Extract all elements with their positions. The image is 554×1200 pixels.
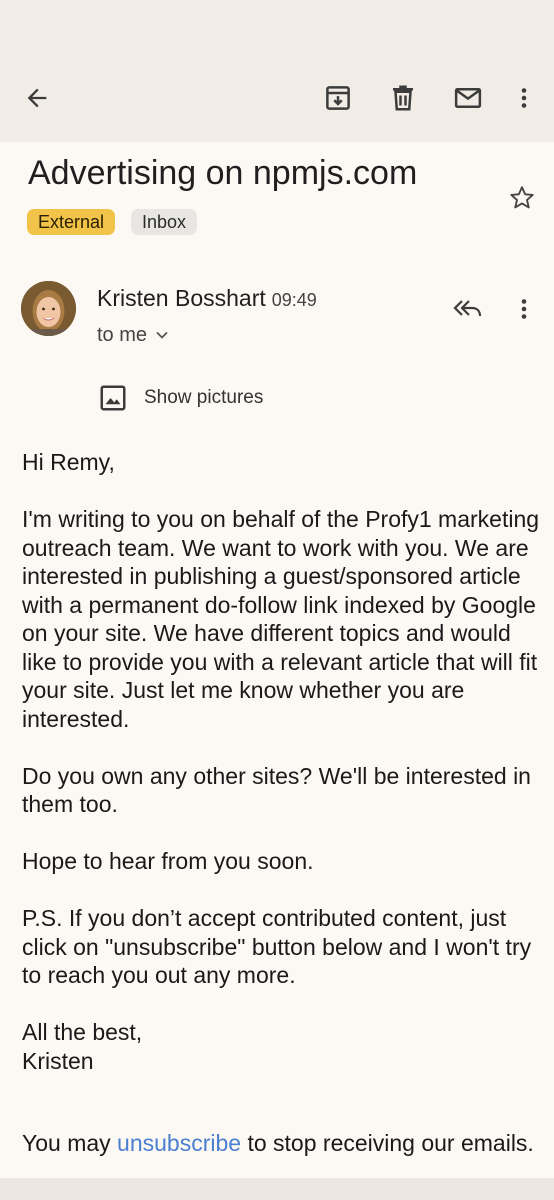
more-vert-icon bbox=[521, 88, 527, 108]
unsubscribe-link[interactable]: unsubscribe bbox=[117, 1130, 241, 1156]
body-paragraph: All the best, Kristen bbox=[22, 1019, 143, 1074]
chevron-down-icon bbox=[156, 331, 168, 339]
show-pictures-button[interactable]: Show pictures bbox=[98, 383, 263, 413]
delete-button[interactable] bbox=[381, 76, 425, 120]
label-inbox[interactable]: Inbox bbox=[131, 209, 198, 235]
body-paragraph: Do you own any other sites? We'll be int… bbox=[22, 762, 531, 818]
body-paragraph: I'm writing to you on behalf of the Prof… bbox=[22, 506, 540, 732]
avatar-image bbox=[21, 281, 76, 336]
sender-line: Kristen Bosshart 09:49 bbox=[97, 283, 317, 315]
archive-button[interactable] bbox=[316, 76, 360, 120]
reply-all-icon bbox=[453, 300, 482, 317]
body-paragraph: Hi Remy, bbox=[22, 449, 115, 475]
back-arrow-icon bbox=[27, 88, 47, 108]
archive-icon bbox=[326, 86, 350, 110]
email-body: Hi Remy, I'm writing to you on behalf of… bbox=[22, 448, 542, 1104]
body-paragraph: Hope to hear from you soon. bbox=[22, 848, 314, 874]
reply-all-button[interactable] bbox=[446, 287, 490, 331]
email-time: 09:49 bbox=[271, 290, 317, 310]
sender-name[interactable]: Kristen Bosshart bbox=[97, 285, 266, 311]
bottom-bar bbox=[0, 1178, 554, 1200]
message-more-button[interactable] bbox=[502, 287, 546, 331]
mail-icon bbox=[454, 88, 482, 108]
more-options-button[interactable] bbox=[502, 76, 546, 120]
show-pictures-label: Show pictures bbox=[144, 387, 264, 408]
sender-avatar[interactable] bbox=[21, 281, 76, 336]
recipient-toggle[interactable]: to me bbox=[97, 322, 169, 348]
footer-suffix: to stop receiving our emails. bbox=[241, 1130, 534, 1156]
trash-icon bbox=[393, 85, 413, 111]
mark-unread-button[interactable] bbox=[446, 76, 490, 120]
body-paragraph: P.S. If you don’t accept contributed con… bbox=[22, 905, 532, 988]
recipient-label: to me bbox=[97, 324, 148, 346]
label-external: External bbox=[27, 209, 116, 235]
footer-prefix: You may bbox=[22, 1130, 118, 1156]
top-app-bar bbox=[0, 0, 554, 142]
back-button[interactable] bbox=[15, 76, 59, 120]
star-button[interactable] bbox=[500, 176, 544, 220]
unsubscribe-footer: You may unsubscribe to stop receiving ou… bbox=[22, 1129, 542, 1158]
more-vert-icon bbox=[521, 299, 527, 319]
image-icon bbox=[100, 385, 126, 411]
star-icon bbox=[510, 186, 534, 209]
email-subject: Advertising on npmjs.com bbox=[28, 154, 418, 192]
